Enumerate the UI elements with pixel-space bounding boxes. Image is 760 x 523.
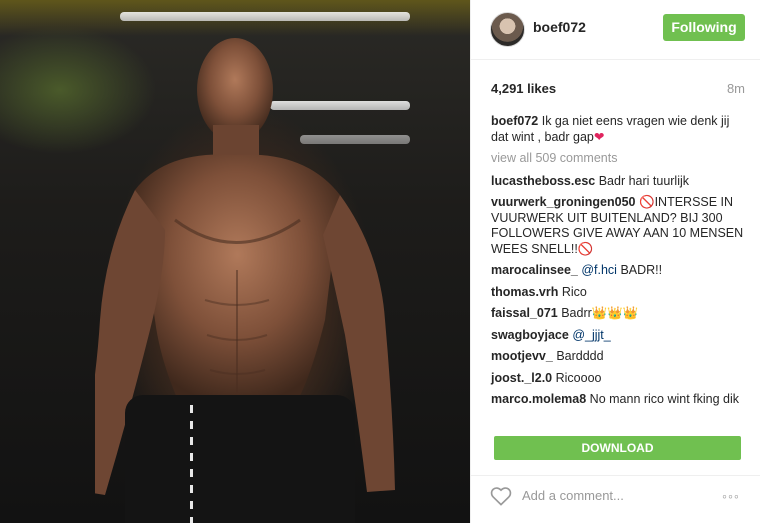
comment-username[interactable]: marocalinsee_ (491, 263, 578, 277)
heart-emoji: ❤ (593, 129, 605, 144)
comment-mention[interactable]: @f.hci (581, 263, 617, 277)
comment-text: BADR!! (620, 263, 663, 277)
comment-text: Rico (561, 284, 587, 299)
comment-text: Bardddd (556, 349, 604, 363)
comment-username[interactable]: swagboyjace (491, 328, 569, 342)
add-comment-input[interactable]: Add a comment... (522, 488, 624, 503)
view-all-comments-link[interactable]: view all 509 comments (491, 151, 746, 167)
comment-text: Ricoooo (555, 370, 602, 385)
post-author-username[interactable]: boef072 (533, 19, 586, 35)
post-actions-bar: Add a comment... ◦◦◦ (471, 475, 760, 523)
post-photo (0, 0, 470, 523)
comment-item: faissal_071 Badrr👑👑👑 (491, 306, 746, 322)
comment-username[interactable]: marco.molema8 (491, 392, 586, 406)
more-options-icon[interactable]: ◦◦◦ (722, 488, 740, 504)
comment-username[interactable]: thomas.vrh (491, 285, 558, 299)
comment-list: boef072 Ik ga niet eens vragen wie denk … (491, 114, 746, 414)
comment-mention[interactable]: @_jjjt_ (572, 328, 610, 342)
comment-username[interactable]: lucastheboss.esc (491, 174, 595, 188)
download-button[interactable]: DOWNLOAD (494, 436, 741, 460)
post-age[interactable]: 8m (727, 81, 745, 96)
shorts-drawstring (190, 405, 193, 523)
comment-username[interactable]: vuurwerk_groningen050 (491, 195, 636, 209)
prohibited-emoji: 🚫 (638, 195, 655, 209)
prohibited-emoji: 🚫 (577, 241, 594, 256)
post-header: boef072 Following (471, 0, 760, 60)
profile-avatar[interactable] (490, 12, 525, 47)
likes-count[interactable]: 4,291 likes (491, 81, 556, 96)
caption-username[interactable]: boef072 (491, 114, 538, 128)
comment-text: Badr hari tuurlijk (598, 173, 690, 188)
comment-text: No mann rico wint fking dik (589, 392, 740, 406)
comment-item: lucastheboss.esc Badr hari tuurlijk (491, 174, 746, 190)
comment-username[interactable]: mootjevv_ (491, 349, 553, 363)
following-button[interactable]: Following (663, 14, 745, 41)
comment-item: mootjevv_ Bardddd (491, 349, 746, 365)
athlete-shorts (125, 395, 355, 523)
comment-item: vuurwerk_groningen050 🚫INTERSSE IN VUURW… (491, 195, 746, 257)
crown-emoji: 👑👑👑 (591, 306, 639, 320)
comment-username[interactable]: joost._l2.0 (491, 371, 552, 385)
comment-item: swagboyjace @_jjjt_ (491, 328, 746, 344)
post-sidebar: boef072 Following 4,291 likes 8m boef072… (470, 0, 760, 523)
comment-item: thomas.vrh Rico (491, 285, 746, 301)
comment-username[interactable]: faissal_071 (491, 306, 558, 320)
caption: boef072 Ik ga niet eens vragen wie denk … (491, 114, 746, 145)
comment-item: marocalinsee_ @f.hci BADR!! (491, 263, 746, 279)
comment-item: marco.molema8 No mann rico wint fking di… (491, 392, 746, 408)
heart-outline-icon[interactable] (490, 486, 512, 506)
likes-row: 4,291 likes 8m (491, 81, 745, 96)
comment-item: joost._l2.0 Ricoooo (491, 371, 746, 387)
comment-text: Badrr (561, 306, 592, 320)
